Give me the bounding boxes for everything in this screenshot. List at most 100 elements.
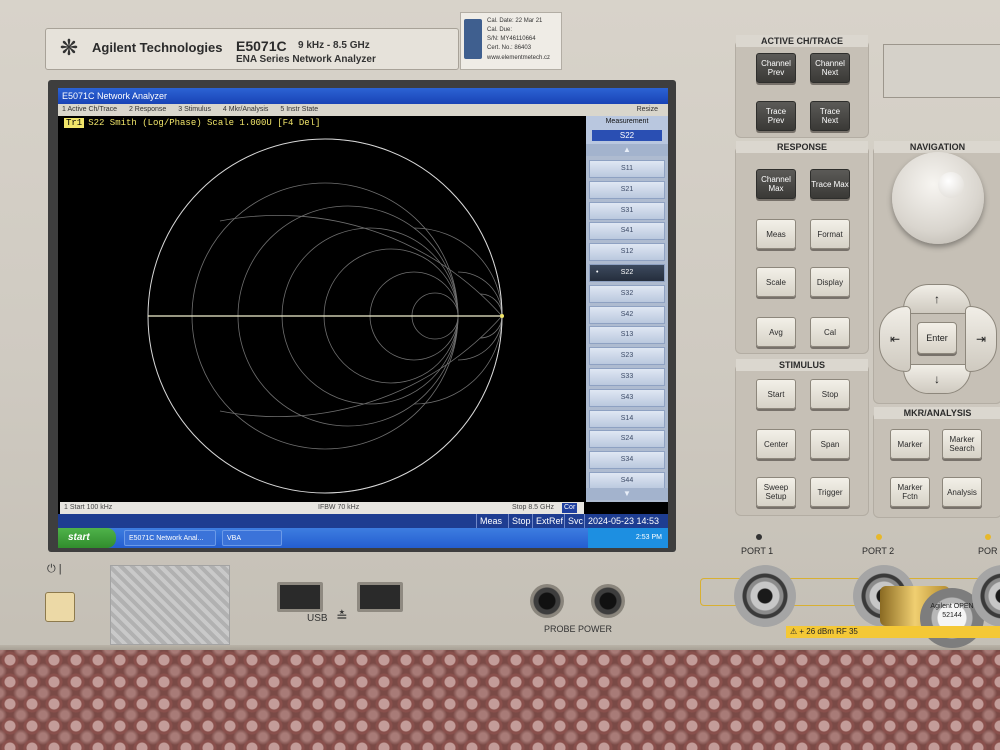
measurement-item-s23[interactable]: S23 — [589, 347, 665, 366]
left-arrow-key[interactable]: ⇤ — [879, 306, 911, 372]
stop-indicator: Stop — [508, 514, 534, 528]
measurement-item-s13[interactable]: S13 — [589, 326, 665, 345]
enter-key[interactable]: Enter — [917, 322, 957, 354]
meas-key[interactable]: Meas — [756, 219, 796, 249]
usb-icon: ≛ — [336, 608, 348, 624]
element-logo-icon — [464, 19, 482, 59]
measurement-item-s22[interactable]: S22 — [589, 264, 665, 282]
port3-label: POR — [978, 546, 998, 556]
mkr-analysis-title: MKR/ANALYSIS — [874, 407, 1000, 419]
start-frequency: 1 Start 100 kHz — [64, 504, 113, 511]
sn-label: S/N: — [487, 36, 499, 42]
usb-label: USB — [307, 613, 328, 624]
trigger-key[interactable]: Trigger — [810, 477, 850, 507]
system-tray: 2:53 PM — [588, 528, 668, 548]
port3-indicator — [985, 534, 991, 540]
marker-key[interactable]: Marker — [890, 429, 930, 459]
trace-max-key[interactable]: Trace Max — [810, 169, 850, 199]
measurement-item-s14[interactable]: S14 — [589, 409, 665, 428]
softkey-menu-bar: 1 Active Ch/Trace 2 Response 3 Stimulus … — [58, 104, 668, 116]
taskbar-item-vba[interactable]: VBA — [222, 530, 282, 546]
right-arrow-key[interactable]: ⇥ — [965, 306, 997, 372]
probe-power-port-2[interactable] — [591, 584, 625, 618]
void-sticker — [110, 565, 230, 645]
extref-indicator: ExtRef — [532, 514, 566, 528]
calibration-sticker: Cal. Date: 22 Mar 21 Cal. Due: S/N: MY46… — [460, 12, 562, 70]
measurement-item-s11[interactable]: S11 — [589, 160, 665, 178]
scroll-down-icon[interactable]: ▼ — [586, 488, 668, 500]
analysis-key[interactable]: Analysis — [942, 477, 982, 507]
resize-button[interactable]: Resize — [637, 104, 658, 116]
measurement-item-s24[interactable]: S24 — [589, 430, 665, 449]
cal-key[interactable]: Cal — [810, 317, 850, 347]
measurement-item-s21[interactable]: S21 — [589, 180, 665, 199]
window-titlebar: E5071C Network Analyzer — [58, 88, 668, 104]
series-name: ENA Series Network Analyzer — [236, 54, 376, 65]
model-name: E5071C — [236, 38, 287, 54]
usb-port-2[interactable] — [357, 582, 403, 612]
center-key[interactable]: Center — [756, 429, 796, 459]
measurement-item-s31[interactable]: S31 — [589, 201, 665, 220]
format-key[interactable]: Format — [810, 219, 850, 249]
frequency-range: 9 kHz - 8.5 GHz — [298, 40, 370, 51]
agilent-logo-icon: ❋ — [59, 35, 79, 60]
menu-response[interactable]: 2 Response — [129, 106, 166, 113]
measurement-item-s34[interactable]: S34 — [589, 451, 665, 470]
scale-key[interactable]: Scale — [756, 267, 796, 297]
usb-port-1[interactable] — [277, 582, 323, 612]
avg-key[interactable]: Avg — [756, 317, 796, 347]
channel-max-key[interactable]: Channel Max — [756, 169, 796, 199]
menu-stimulus[interactable]: 3 Stimulus — [178, 106, 211, 113]
trace-prev-key[interactable]: Trace Prev — [756, 101, 796, 131]
up-arrow-key[interactable]: ↑ — [903, 284, 971, 314]
measurement-item-s41[interactable]: S41 — [589, 222, 665, 241]
menu-active-ch-trace[interactable]: 1 Active Ch/Trace — [62, 106, 117, 113]
port2-indicator — [876, 534, 882, 540]
probe-power-label: PROBE POWER — [544, 624, 613, 634]
serial-number: MY46110664 — [500, 36, 536, 42]
cal-kit-text: Agilent OPEN 52144 — [930, 603, 974, 619]
active-ch-trace-group: ACTIVE CH/TRACE Channel Prev Channel Nex… — [735, 35, 869, 138]
probe-power-port-1[interactable] — [530, 584, 564, 618]
cal-date: 22 Mar 21 — [515, 18, 543, 24]
measurement-title: Measurement — [605, 118, 649, 125]
menu-instr-state[interactable]: 5 Instr State — [280, 106, 318, 113]
span-key[interactable]: Span — [810, 429, 850, 459]
measurement-item-s42[interactable]: S42 — [589, 305, 665, 324]
port1-label: PORT 1 — [741, 546, 774, 556]
measurement-item-s32[interactable]: S32 — [589, 284, 665, 303]
smith-chart-area[interactable]: Tr1 S22 Smith (Log/Phase) Scale 1.000U [F… — [60, 116, 584, 500]
marker-fctn-key[interactable]: Marker Fctn — [890, 477, 930, 507]
display-key[interactable]: Display — [810, 267, 850, 297]
measurement-item-s12[interactable]: S12 — [589, 243, 665, 262]
measurement-item-s33[interactable]: S33 — [589, 368, 665, 386]
response-title: RESPONSE — [736, 141, 868, 153]
channel-prev-key[interactable]: Channel Prev — [756, 53, 796, 83]
channel-next-key[interactable]: Channel Next — [810, 53, 850, 83]
measurement-current: S22 — [592, 130, 662, 141]
smith-chart — [147, 138, 504, 494]
stop-key[interactable]: Stop — [810, 379, 850, 409]
sweep-setup-key[interactable]: Sweep Setup — [756, 477, 796, 507]
stop-frequency: Stop 8.5 GHz — [512, 504, 555, 511]
bubble-wrap-surface — [0, 650, 1000, 750]
power-button[interactable] — [45, 592, 75, 622]
menu-mkr-analysis[interactable]: 4 Mkr/Analysis — [223, 106, 269, 113]
port2-label: PORT 2 — [862, 546, 895, 556]
rf-warning-strip: ⚠ + 26 dBm RF 35 — [786, 626, 1000, 638]
rotary-knob[interactable] — [892, 152, 984, 244]
marker-search-key[interactable]: Marker Search — [942, 429, 982, 459]
taskbar-item-network-analyzer[interactable]: E5071C Network Anal... — [124, 530, 216, 546]
port1-indicator — [756, 534, 762, 540]
down-arrow-key[interactable]: ↓ — [903, 364, 971, 394]
floppy-drive-slot — [883, 44, 1000, 98]
trace-next-key[interactable]: Trace Next — [810, 101, 850, 131]
start-button[interactable]: start — [58, 528, 116, 548]
windows-taskbar: start E5071C Network Anal... VBA 2:53 PM — [58, 528, 668, 548]
start-key[interactable]: Start — [756, 379, 796, 409]
port1-connector[interactable] — [734, 565, 796, 627]
brand-name: Agilent Technologies — [92, 40, 223, 55]
measurement-item-s43[interactable]: S43 — [589, 388, 665, 407]
scroll-up-icon[interactable]: ▲ — [586, 144, 668, 156]
channel-status-line: 1 Start 100 kHz IFBW 70 kHz Stop 8.5 GHz… — [60, 502, 584, 514]
